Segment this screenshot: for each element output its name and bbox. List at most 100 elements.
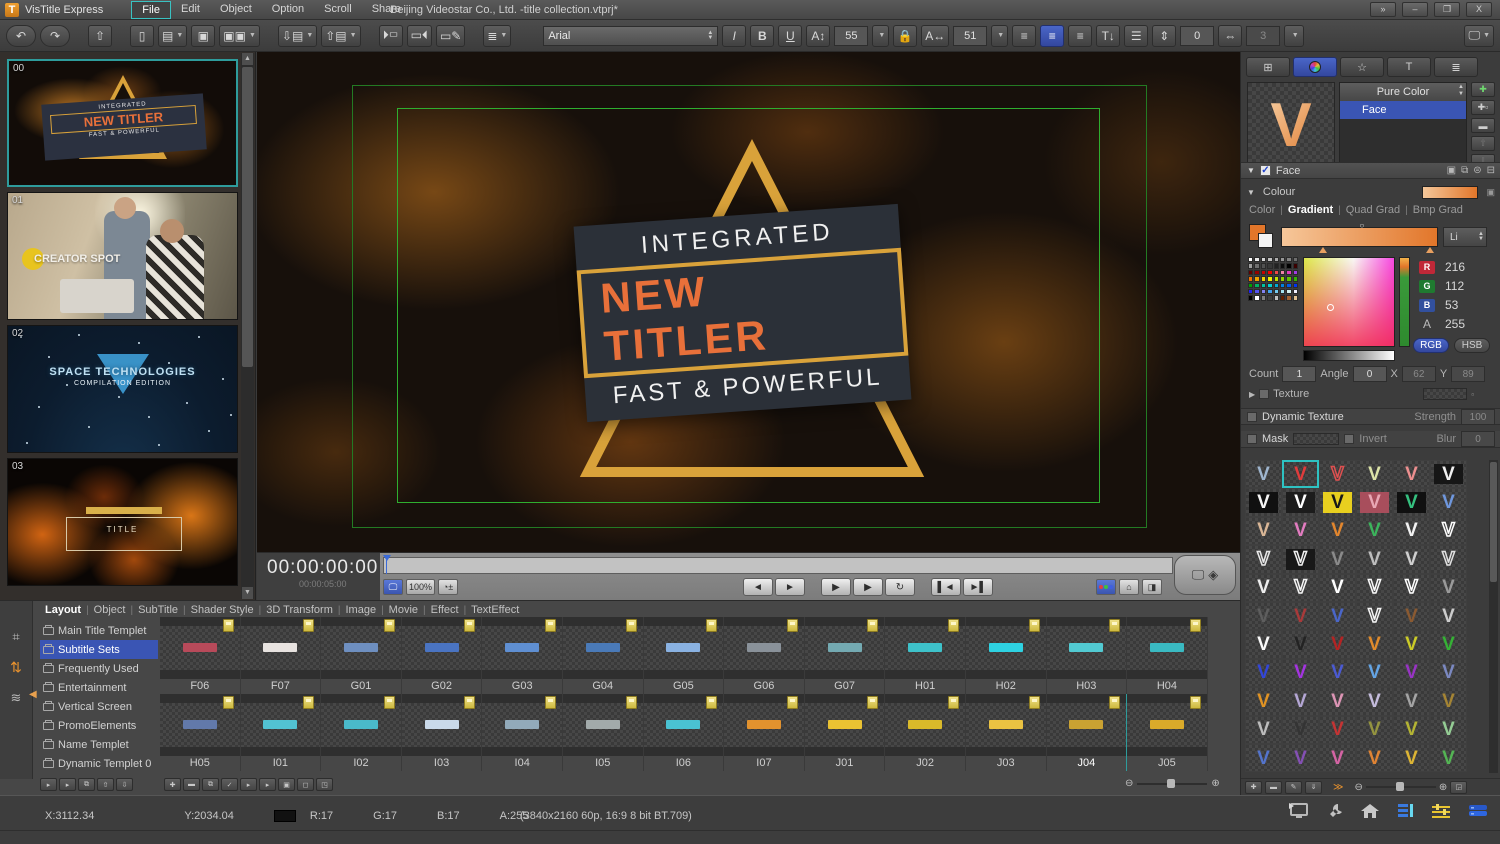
template-J03[interactable]: J03 bbox=[965, 694, 1047, 771]
angle-field[interactable]: 0 bbox=[1352, 366, 1387, 382]
style-preset-2-3[interactable]: V bbox=[1356, 516, 1393, 546]
template-J05[interactable]: J05 bbox=[1127, 694, 1208, 771]
sv-picker-cursor[interactable] bbox=[1327, 303, 1335, 311]
category-tool-4[interactable]: ⇩ bbox=[116, 778, 133, 791]
style-preset-0-4[interactable]: V bbox=[1393, 460, 1430, 489]
category-promoelements[interactable]: PromoElements bbox=[40, 716, 158, 735]
reset-style-icon[interactable]: ⊜ bbox=[1473, 165, 1481, 176]
kern-value-field[interactable]: 3 bbox=[1246, 25, 1281, 46]
palette-color-12[interactable] bbox=[1273, 263, 1279, 269]
prev-frame-button[interactable]: ◄ bbox=[743, 578, 773, 596]
palette-color-6[interactable] bbox=[1286, 257, 1292, 263]
alpha-channel-button[interactable]: ⌂ bbox=[1119, 579, 1139, 595]
style-preset-10-5[interactable]: V bbox=[1430, 743, 1467, 773]
style-preset-6-4[interactable]: V bbox=[1393, 630, 1430, 659]
tab-image[interactable]: Image bbox=[340, 604, 381, 616]
move-layer-up-button[interactable]: ⇧ bbox=[1471, 136, 1495, 151]
preset-remove-button[interactable]: ▬ bbox=[1265, 780, 1282, 794]
layers-view-icon[interactable]: ≋ bbox=[11, 690, 22, 706]
face-enabled-checkbox[interactable]: ✓ bbox=[1259, 165, 1271, 176]
external-monitor-icon[interactable] bbox=[1287, 801, 1311, 821]
style-preset-5-1[interactable]: V bbox=[1282, 601, 1319, 631]
preset-pager-icon[interactable]: ≫ bbox=[1333, 782, 1343, 793]
palette-color-31[interactable] bbox=[1292, 276, 1299, 282]
palette-color-34[interactable] bbox=[1260, 282, 1267, 288]
template-H05[interactable]: H05 bbox=[160, 694, 241, 771]
eyedropper-tool[interactable] bbox=[1249, 224, 1275, 250]
align-left-button[interactable]: ≡ bbox=[1012, 24, 1037, 47]
palette-color-35[interactable] bbox=[1267, 282, 1273, 288]
style-preset-0-5[interactable]: V bbox=[1430, 460, 1467, 489]
palette-color-30[interactable] bbox=[1286, 276, 1292, 282]
preset-zoom-out-icon[interactable]: ⊖ bbox=[1354, 782, 1362, 793]
mode-quad-grad[interactable]: Quad Grad bbox=[1346, 204, 1400, 216]
line-spacing-button[interactable]: ☰ bbox=[1124, 24, 1149, 47]
grid-tool-5[interactable]: ▸ bbox=[259, 778, 276, 791]
undo-button[interactable]: ↶ bbox=[6, 24, 36, 47]
template-J02[interactable]: J02 bbox=[885, 694, 966, 771]
style-preset-1-1[interactable]: V bbox=[1282, 488, 1319, 517]
menu-item-file[interactable]: File bbox=[131, 0, 171, 19]
template-G01[interactable]: G01 bbox=[321, 617, 402, 694]
clapper-in-button[interactable]: ⏵▭ bbox=[378, 24, 403, 47]
tab-texteffect[interactable]: TextEffect bbox=[466, 604, 524, 616]
subtitle-doc-button[interactable]: ≣ ▼ bbox=[483, 24, 512, 47]
property-tab-colour[interactable] bbox=[1293, 57, 1337, 77]
style-preset-3-3[interactable]: V bbox=[1356, 545, 1393, 574]
template-H03[interactable]: H03 bbox=[1046, 617, 1128, 694]
zoom-in-icon[interactable]: ⊕ bbox=[1211, 778, 1219, 789]
preset-add-button[interactable]: ✚ bbox=[1245, 780, 1262, 794]
monitor-output-button[interactable]: 🖵 ▼ bbox=[1464, 24, 1494, 47]
palette-color-42[interactable] bbox=[1260, 288, 1267, 295]
palette-color-47[interactable] bbox=[1292, 288, 1299, 295]
hue-slider[interactable] bbox=[1399, 257, 1410, 347]
property-tab-text-style[interactable]: T bbox=[1387, 57, 1431, 77]
bold-button[interactable]: B bbox=[750, 24, 775, 47]
template-G06[interactable]: G06 bbox=[724, 617, 805, 694]
layer-type-header[interactable]: Pure Color ▲ ▼ bbox=[1340, 83, 1466, 101]
settings-wrench-icon[interactable] bbox=[1324, 801, 1346, 821]
colour-subsection[interactable]: ▼ Colour ▣ bbox=[1247, 184, 1495, 200]
style-preset-4-2[interactable]: V bbox=[1319, 573, 1356, 602]
style-preset-3-2[interactable]: V bbox=[1319, 545, 1356, 574]
category-entertainment[interactable]: Entertainment bbox=[40, 678, 158, 697]
text-direction-button[interactable]: T↓ bbox=[1096, 24, 1121, 47]
menu-item-scroll[interactable]: Scroll bbox=[314, 1, 362, 19]
palette-color-16[interactable] bbox=[1248, 269, 1254, 276]
template-J01[interactable]: J01 bbox=[804, 694, 886, 771]
style-menu-icon[interactable]: ⊟ bbox=[1487, 165, 1495, 176]
style-preset-4-0[interactable]: V bbox=[1245, 573, 1282, 602]
palette-color-40[interactable] bbox=[1248, 288, 1254, 295]
palette-color-51[interactable] bbox=[1267, 295, 1273, 301]
category-main-title-templet[interactable]: Main Title Templet bbox=[40, 621, 158, 640]
palette-color-27[interactable] bbox=[1267, 276, 1273, 282]
palette-color-23[interactable] bbox=[1292, 269, 1299, 276]
line-value-field[interactable]: 0 bbox=[1180, 25, 1215, 46]
invert-checkbox[interactable] bbox=[1344, 434, 1355, 444]
play-from-start-button[interactable]: ▶ bbox=[821, 578, 851, 596]
zoom-slider[interactable] bbox=[1137, 778, 1208, 788]
x-field[interactable]: 62 bbox=[1401, 366, 1436, 382]
layer-manager-icon[interactable] bbox=[1394, 801, 1416, 821]
copy-style-icon[interactable]: ▣ bbox=[1447, 165, 1456, 176]
style-preset-1-2[interactable]: V bbox=[1319, 488, 1356, 517]
style-preset-9-0[interactable]: V bbox=[1245, 715, 1282, 744]
font-size-dropdown[interactable]: ▼ bbox=[872, 24, 890, 47]
close-button[interactable]: X bbox=[1466, 2, 1492, 17]
sv-picker[interactable] bbox=[1303, 257, 1395, 347]
palette-color-38[interactable] bbox=[1286, 282, 1292, 288]
style-preset-4-1[interactable]: V bbox=[1282, 573, 1319, 602]
palette-color-24[interactable] bbox=[1248, 276, 1254, 282]
style-preset-5-5[interactable]: V bbox=[1430, 601, 1467, 631]
style-preset-1-4[interactable]: V bbox=[1393, 488, 1430, 517]
palette-color-2[interactable] bbox=[1260, 257, 1267, 263]
style-preset-7-4[interactable]: V bbox=[1393, 658, 1430, 688]
save-as-button[interactable]: ▣▣ ▼ bbox=[219, 24, 260, 47]
style-preset-9-2[interactable]: V bbox=[1319, 715, 1356, 744]
style-preset-0-1[interactable]: V bbox=[1282, 460, 1319, 489]
style-preset-10-4[interactable]: V bbox=[1393, 743, 1430, 773]
time-zoom-button[interactable]: ◔± bbox=[438, 579, 459, 595]
strength-field[interactable]: 100 bbox=[1461, 408, 1495, 425]
blue-value[interactable]: 53 bbox=[1445, 298, 1458, 312]
colour-options-icon[interactable]: ▣ bbox=[1486, 187, 1495, 198]
